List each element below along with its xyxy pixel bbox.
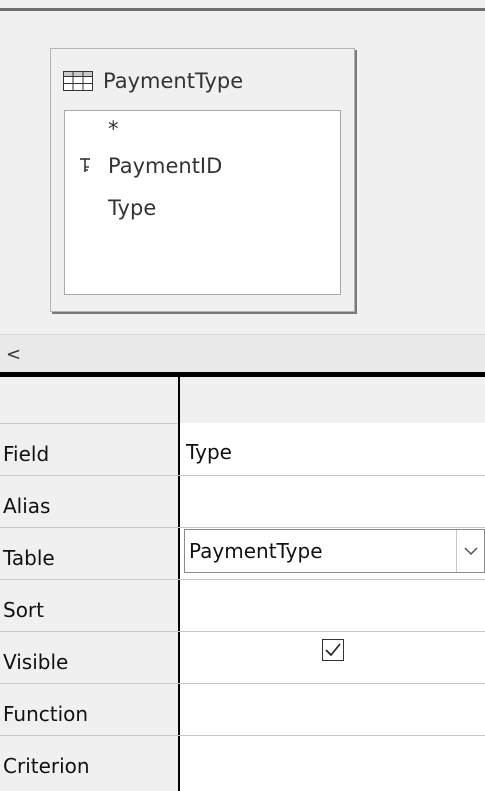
table-select-value: PaymentType xyxy=(189,539,323,563)
row-label-table: Table xyxy=(3,546,55,570)
grid-line xyxy=(0,579,485,580)
field-cell[interactable]: Type xyxy=(186,440,232,464)
row-label-criterion: Criterion xyxy=(3,754,90,778)
grid-line xyxy=(0,423,178,424)
table-select[interactable]: PaymentType xyxy=(184,529,485,573)
table-window-title: PaymentType xyxy=(103,69,244,93)
field-item-label: * xyxy=(108,117,119,141)
table-window-header[interactable]: PaymentType xyxy=(63,67,243,95)
field-item-label: Type xyxy=(108,196,157,220)
field-item-type[interactable]: Type xyxy=(108,192,156,224)
table-window-paymenttype[interactable]: PaymentType * PaymentID Type xyxy=(50,48,355,312)
table-field-list[interactable]: * PaymentID Type xyxy=(64,110,341,295)
row-label-alias: Alias xyxy=(3,494,51,518)
row-label-visible: Visible xyxy=(3,650,69,674)
grid-line xyxy=(0,735,485,736)
grid-line xyxy=(0,527,485,528)
chevron-down-icon xyxy=(463,546,478,555)
checkmark-icon xyxy=(325,643,341,657)
field-item-all[interactable]: * xyxy=(108,113,119,145)
grid-column-header[interactable] xyxy=(0,377,485,423)
query-design-grid[interactable]: Field Alias Table Sort Visible Function … xyxy=(0,377,485,791)
horizontal-scrollbar[interactable]: < xyxy=(0,334,485,373)
table-icon xyxy=(63,71,93,91)
row-label-function: Function xyxy=(3,702,89,726)
primary-key-icon xyxy=(80,158,90,172)
grid-line xyxy=(0,683,485,684)
field-item-label: PaymentID xyxy=(108,154,223,178)
visible-checkbox[interactable] xyxy=(322,639,344,661)
table-dropdown-button[interactable] xyxy=(456,530,484,572)
grid-line xyxy=(0,475,485,476)
table-design-area[interactable]: PaymentType * PaymentID Type xyxy=(0,11,485,333)
grid-column-separator xyxy=(178,377,180,791)
row-label-sort: Sort xyxy=(3,598,44,622)
grid-line xyxy=(0,631,485,632)
row-label-field: Field xyxy=(3,442,50,466)
scroll-left-arrow-icon[interactable]: < xyxy=(6,344,21,365)
field-item-paymentid[interactable]: PaymentID xyxy=(108,150,222,182)
